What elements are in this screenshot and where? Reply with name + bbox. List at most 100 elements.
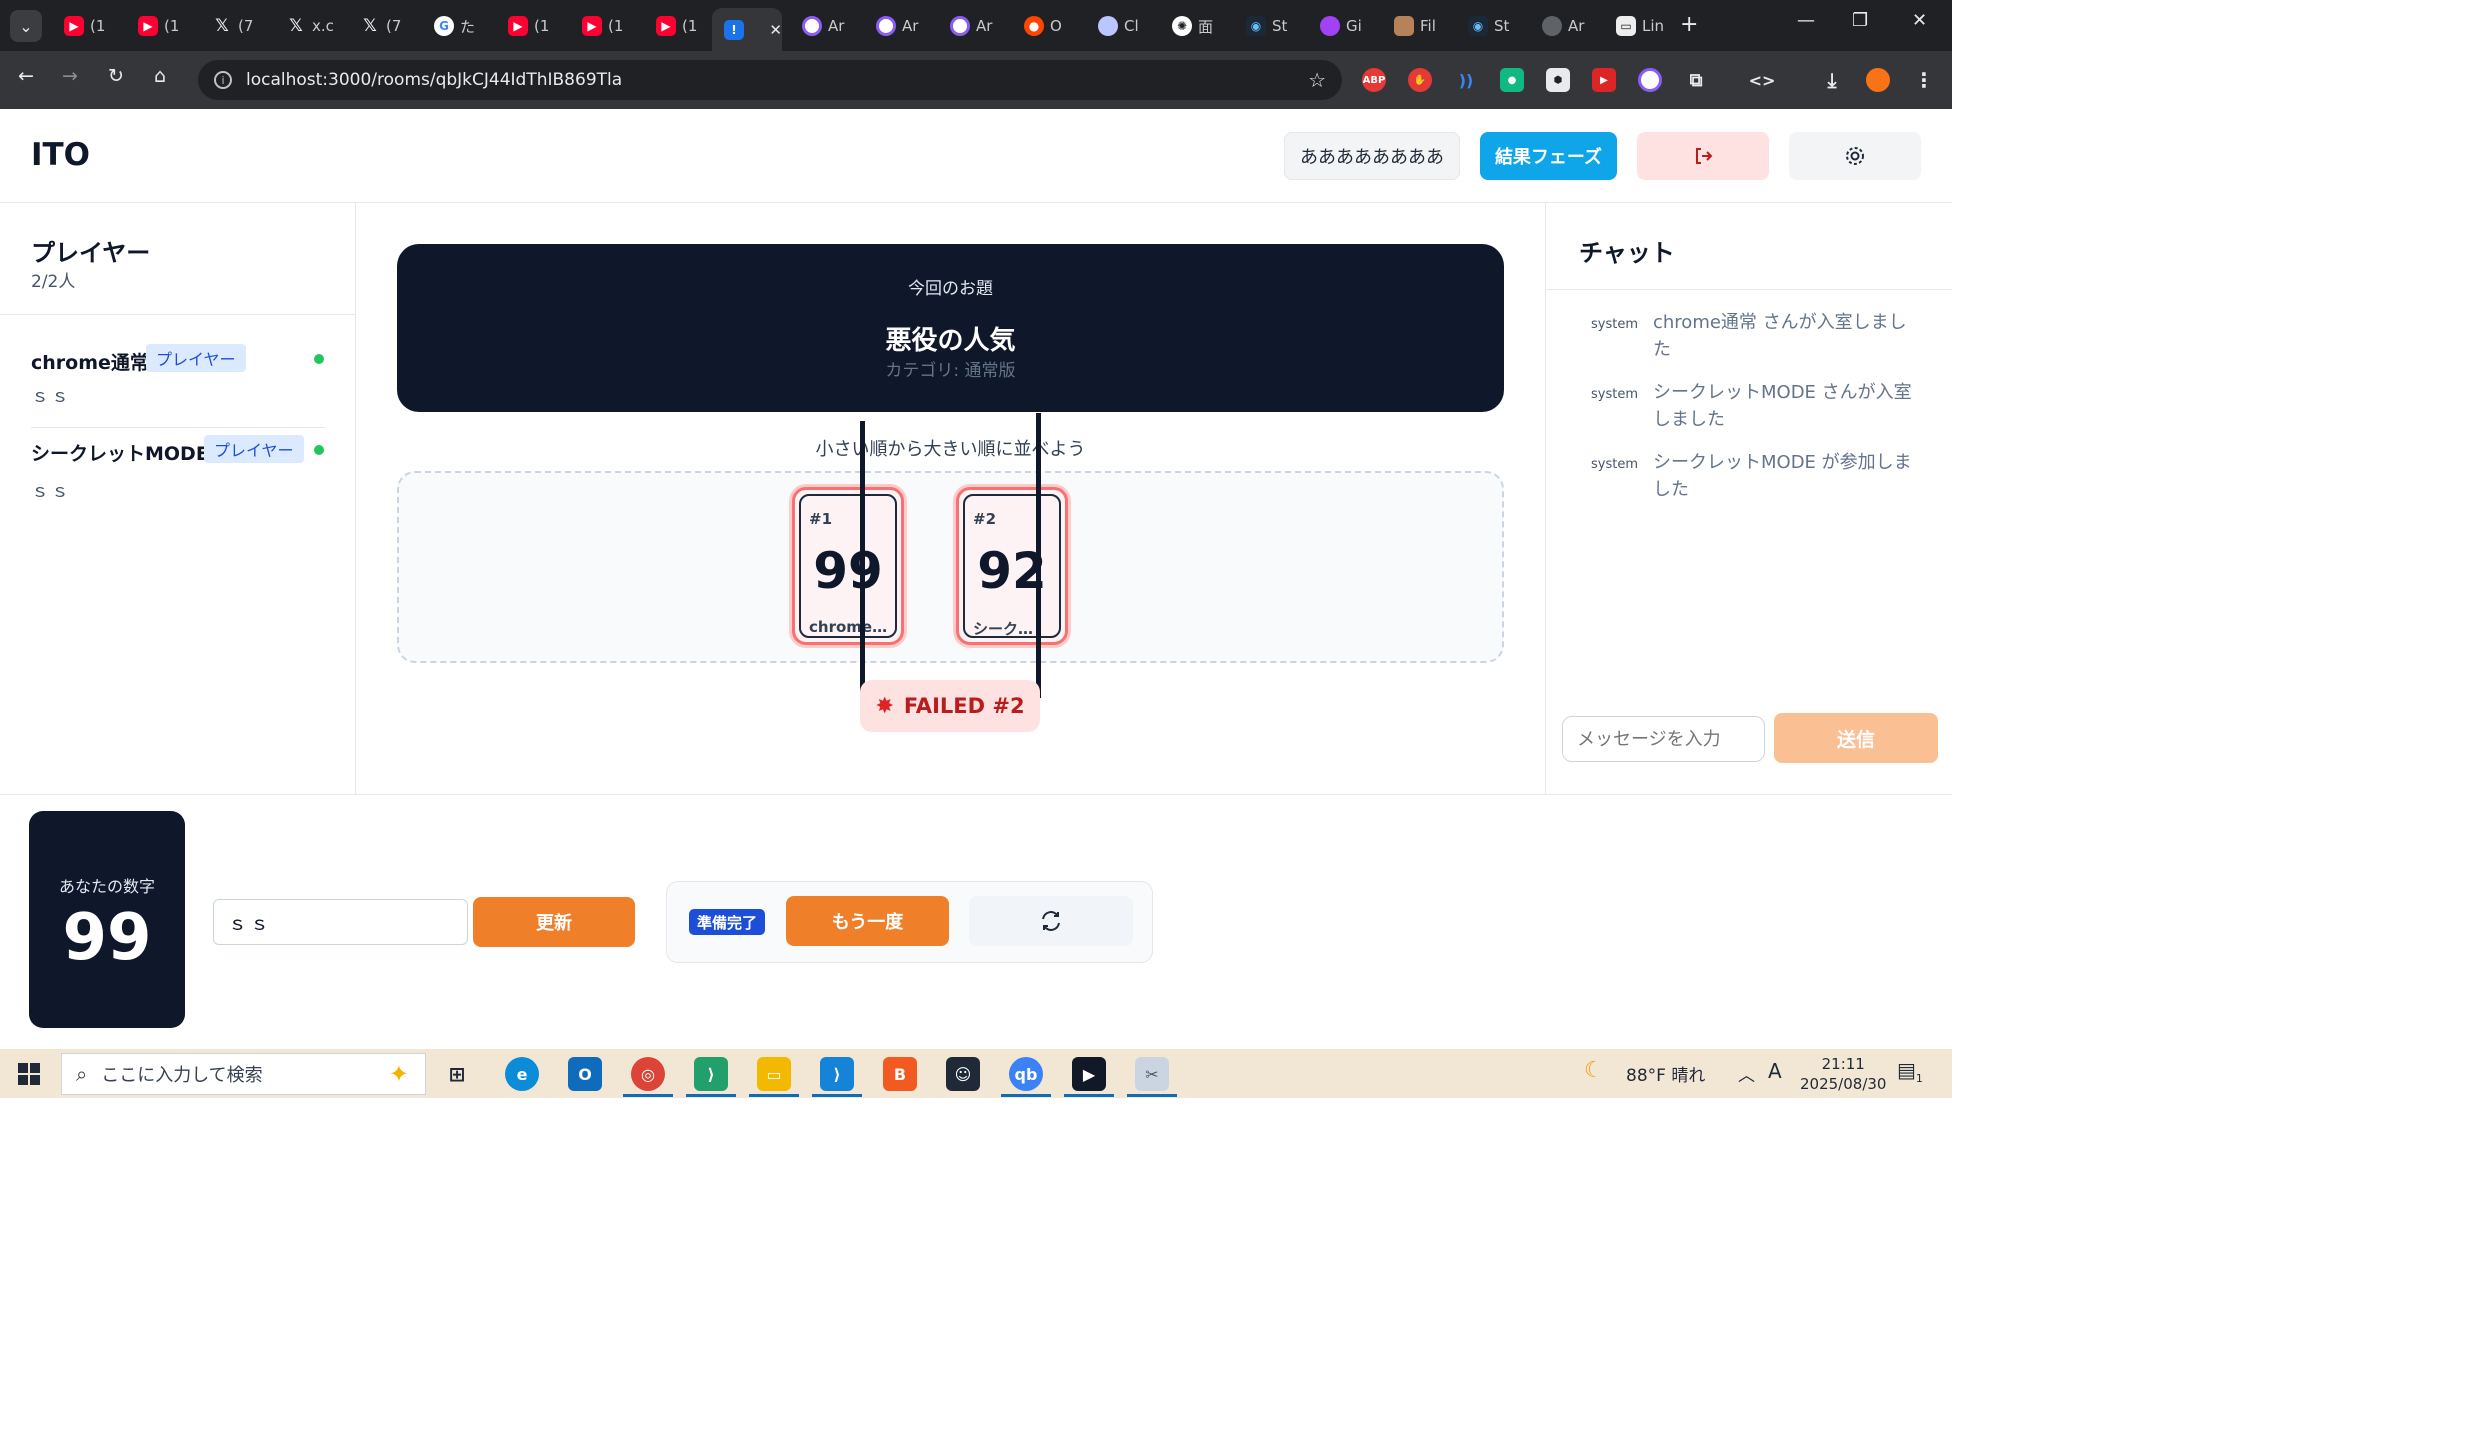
- arc-extension-icon[interactable]: [1638, 68, 1662, 92]
- video-extension-icon[interactable]: ▶: [1592, 68, 1616, 92]
- browser-tab[interactable]: Gi: [1308, 8, 1378, 44]
- new-tab-button[interactable]: +: [1680, 12, 1698, 37]
- profile-avatar[interactable]: [1866, 68, 1890, 92]
- puzzle-extension-icon[interactable]: ⧉: [1684, 68, 1708, 92]
- ready-badge: 準備完了: [689, 909, 766, 935]
- sound-extension-icon[interactable]: )): [1454, 68, 1478, 92]
- browser-tab[interactable]: Ar: [938, 8, 1008, 44]
- tab-title: Ar: [976, 17, 993, 35]
- steam-icon: ◉: [1246, 16, 1266, 36]
- played-card[interactable]: #1 99 chrome…: [792, 487, 904, 645]
- clue-input[interactable]: [213, 899, 468, 945]
- app-logo: ITO: [31, 137, 91, 173]
- tab-search-button[interactable]: ⌄: [10, 10, 42, 42]
- home-icon[interactable]: ⌂: [154, 65, 166, 87]
- action-box: 準備完了 もう一度: [666, 881, 1153, 963]
- browser-tab-active[interactable]: ! ✕: [712, 8, 782, 51]
- played-card[interactable]: #2 92 シーク…: [956, 487, 1068, 645]
- back-icon[interactable]: ←: [18, 65, 34, 87]
- bookmark-star-icon[interactable]: ☆: [1308, 68, 1326, 92]
- x-icon: 𝕏: [215, 16, 229, 36]
- vscode-insiders-icon[interactable]: ⟩: [694, 1057, 728, 1091]
- devtools-icon[interactable]: <>: [1749, 68, 1776, 92]
- openai-icon: ✺: [1172, 16, 1192, 36]
- browser-tab[interactable]: ▶ (1: [570, 8, 640, 44]
- windows-taskbar: ⌕ ここに入力して検索 ✦ ⊞ e O ◎ ⟩ ▭ ⟩ B ☺ qb ▶ ✂ ☾…: [0, 1049, 1952, 1098]
- taskbar-search[interactable]: ⌕ ここに入力して検索 ✦: [61, 1053, 426, 1095]
- qbittorrent-icon[interactable]: qb: [1009, 1057, 1043, 1091]
- restore-icon[interactable]: ❐: [1852, 10, 1868, 31]
- browser-tab[interactable]: ✺ 面: [1160, 8, 1230, 44]
- notification-icon[interactable]: ▤1: [1897, 1058, 1923, 1085]
- file-explorer-icon[interactable]: ▭: [757, 1057, 791, 1091]
- vscode-icon[interactable]: ⟩: [820, 1057, 854, 1091]
- kebab-menu-icon[interactable]: ⋮: [1912, 68, 1936, 92]
- settings-button[interactable]: [1789, 132, 1921, 180]
- browser-tab[interactable]: ▶ (1: [644, 8, 714, 44]
- browser-tab[interactable]: Cl: [1086, 8, 1156, 44]
- ime-indicator[interactable]: A: [1768, 1059, 1782, 1083]
- youtube-icon: ▶: [508, 16, 528, 36]
- tab-title: x.c: [312, 17, 334, 35]
- terminal-icon[interactable]: ▶: [1072, 1057, 1106, 1091]
- browser-tab[interactable]: Ar: [864, 8, 934, 44]
- download-icon[interactable]: ⤓: [1820, 68, 1844, 92]
- hex-extension-icon[interactable]: ⬢: [1546, 68, 1570, 92]
- browser-tab[interactable]: ▶ (1: [52, 8, 122, 44]
- hand-extension-icon[interactable]: ✋: [1408, 68, 1432, 92]
- outlook-icon[interactable]: O: [568, 1057, 602, 1091]
- exit-room-button[interactable]: [1637, 132, 1769, 180]
- globe-icon: [1542, 16, 1562, 36]
- steam-icon: ◉: [1468, 16, 1488, 36]
- app-icon[interactable]: ☺: [946, 1057, 980, 1091]
- brave-icon[interactable]: B: [883, 1057, 917, 1091]
- browser-tab[interactable]: ▶ (1: [126, 8, 196, 44]
- green-extension-icon[interactable]: ●: [1500, 68, 1524, 92]
- browser-tab[interactable]: ◉ St: [1456, 8, 1526, 44]
- task-view-icon[interactable]: ⊞: [440, 1057, 474, 1091]
- online-indicator: [314, 354, 324, 364]
- browser-tab[interactable]: ◉ St: [1234, 8, 1304, 44]
- browser-tab[interactable]: Ar: [790, 8, 860, 44]
- weather-text[interactable]: 88°F 晴れ: [1626, 1061, 1705, 1086]
- tab-title: (7: [238, 17, 254, 35]
- url-bar[interactable]: i localhost:3000/rooms/qbJkCJ44IdThIB869…: [198, 60, 1342, 100]
- snipping-tool-icon[interactable]: ✂: [1135, 1057, 1169, 1091]
- player-role-badge: プレイヤー: [204, 435, 304, 463]
- browser-tab[interactable]: 𝕏x.c: [274, 8, 344, 44]
- refresh-button[interactable]: [969, 896, 1133, 946]
- update-clue-button[interactable]: 更新: [473, 897, 635, 947]
- chat-input[interactable]: [1562, 716, 1765, 762]
- divider: [1546, 289, 1952, 290]
- site-info-icon[interactable]: i: [214, 71, 232, 89]
- browser-tab[interactable]: ● O: [1012, 8, 1082, 44]
- close-window-icon[interactable]: ✕: [1912, 10, 1927, 31]
- result-phase-button[interactable]: 結果フェーズ: [1480, 132, 1617, 180]
- windows-start-icon[interactable]: [18, 1063, 40, 1085]
- browser-tab[interactable]: 𝕏 (7: [348, 8, 418, 44]
- player-name-button[interactable]: ああああああああ: [1284, 132, 1460, 180]
- close-tab-icon[interactable]: ✕: [769, 21, 782, 39]
- play-again-button[interactable]: もう一度: [786, 896, 949, 946]
- browser-tab[interactable]: Ar: [1530, 8, 1600, 44]
- browser-tab[interactable]: ▶ (1: [496, 8, 566, 44]
- edge-icon[interactable]: e: [505, 1057, 539, 1091]
- clock[interactable]: 21:11 2025/08/30: [1800, 1054, 1886, 1094]
- browser-tab[interactable]: ▭ Lin: [1604, 8, 1674, 44]
- reload-icon[interactable]: ↻: [108, 65, 124, 87]
- forward-icon[interactable]: →: [62, 65, 78, 87]
- youtube-icon: ▶: [656, 16, 676, 36]
- result-badge: ✸ FAILED #2: [860, 680, 1040, 732]
- tab-title: Lin: [1642, 17, 1664, 35]
- adblock-extension-icon[interactable]: ABP: [1362, 68, 1386, 92]
- browser-tab[interactable]: Gた: [422, 8, 492, 44]
- order-hint: 小さい順から大きい順に並べよう: [815, 439, 1086, 460]
- browser-tab[interactable]: Fil: [1382, 8, 1452, 44]
- browser-tab[interactable]: 𝕏 (7: [200, 8, 270, 44]
- send-button[interactable]: 送信: [1774, 713, 1938, 763]
- chrome-icon[interactable]: ◎: [631, 1057, 665, 1091]
- youtube-icon: ▶: [582, 16, 602, 36]
- tray-chevron-icon[interactable]: ︿: [1738, 1061, 1755, 1086]
- minimize-icon[interactable]: —: [1797, 10, 1815, 31]
- active-indicator: [686, 1094, 736, 1097]
